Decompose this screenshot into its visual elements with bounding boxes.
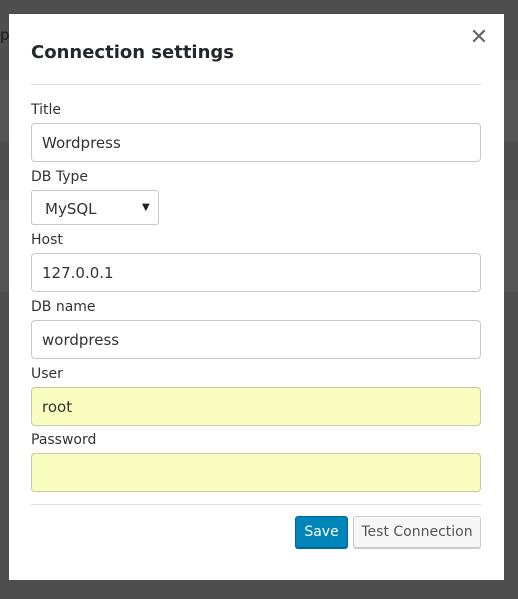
user-label: User bbox=[31, 366, 63, 382]
title-label: Title bbox=[31, 102, 62, 118]
test-connection-button[interactable]: Test Connection bbox=[353, 516, 481, 548]
close-icon[interactable]: ✕ bbox=[465, 24, 493, 52]
db-name-label: DB name bbox=[31, 299, 96, 315]
password-label: Password bbox=[31, 432, 97, 448]
password-input[interactable] bbox=[31, 453, 481, 492]
header-divider bbox=[31, 84, 481, 85]
db-type-selected-value: MySQL bbox=[45, 200, 97, 218]
title-input[interactable] bbox=[31, 123, 481, 162]
dialog-title: Connection settings bbox=[31, 42, 235, 63]
save-button[interactable]: Save bbox=[295, 516, 348, 548]
footer-divider bbox=[31, 504, 481, 505]
user-input[interactable] bbox=[31, 387, 481, 426]
host-label: Host bbox=[31, 232, 63, 248]
db-name-input[interactable] bbox=[31, 320, 481, 359]
db-type-label: DB Type bbox=[31, 169, 88, 185]
host-input[interactable] bbox=[31, 253, 481, 292]
connection-settings-dialog: Connection settings ✕ Title DB Type MySQ… bbox=[9, 14, 504, 580]
db-type-select[interactable]: MySQL ▼ bbox=[31, 190, 159, 225]
chevron-down-icon: ▼ bbox=[142, 202, 150, 213]
